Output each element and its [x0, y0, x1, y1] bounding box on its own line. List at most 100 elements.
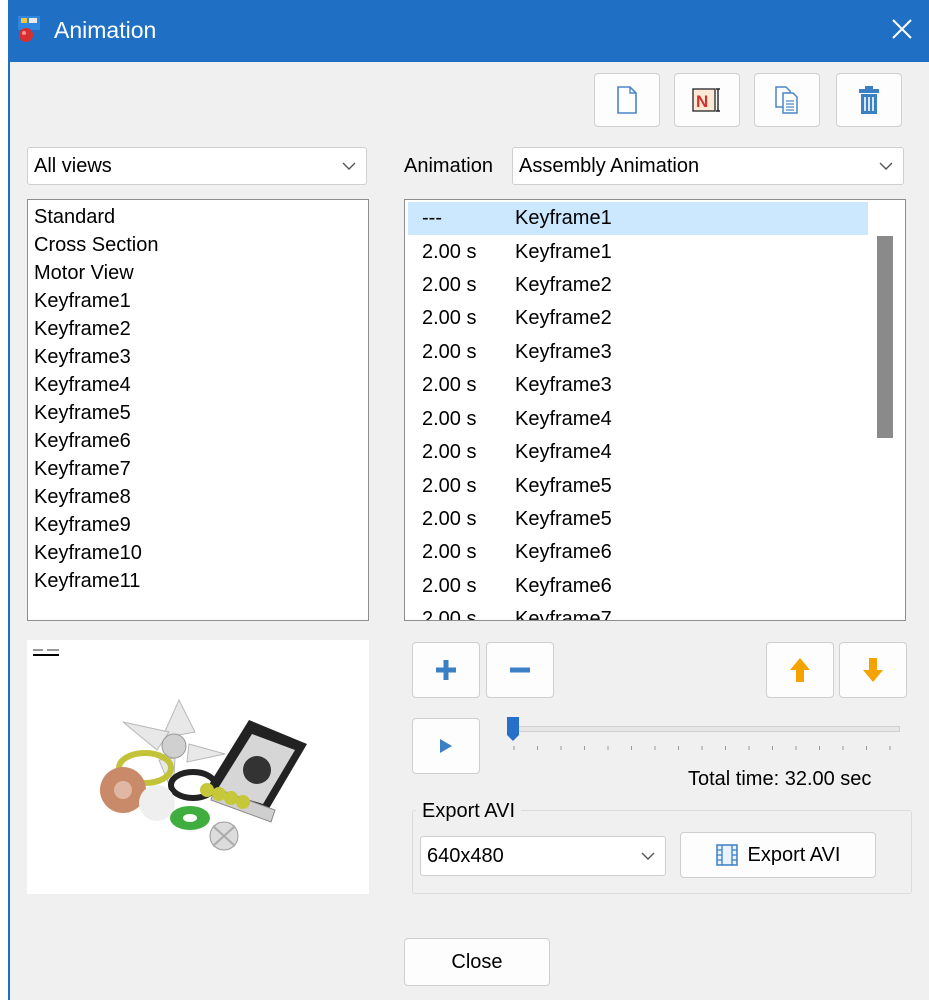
arrow-up-icon	[790, 658, 810, 682]
views-filter-select[interactable]: All views	[27, 147, 367, 185]
list-item[interactable]: Keyframe7	[34, 455, 131, 483]
keyframe-name: Keyframe6	[515, 541, 612, 563]
window-title: Animation	[54, 17, 157, 43]
keyframe-row[interactable]: 2.00 s Keyframe3	[408, 336, 868, 369]
delete-animation-button[interactable]	[836, 73, 902, 127]
keyframe-time: 2.00 s	[422, 374, 477, 396]
keyframe-name: Keyframe1	[515, 207, 612, 229]
keyframe-name: Keyframe1	[515, 241, 612, 263]
list-item[interactable]: Keyframe5	[34, 399, 131, 427]
animation-label: Animation	[404, 155, 493, 177]
export-avi-button-label: Export AVI	[747, 843, 841, 866]
keyframe-name: Keyframe4	[515, 408, 612, 430]
keyframe-name: Keyframe3	[515, 374, 612, 396]
list-item[interactable]: Keyframe1	[34, 287, 131, 315]
keyframe-row[interactable]: 2.00 s Keyframe7	[408, 603, 868, 621]
keyframe-time: 2.00 s	[422, 307, 477, 329]
export-resolution-select[interactable]: 640x480	[420, 836, 666, 876]
views-list[interactable]: Standard Cross Section Motor View Keyfra…	[27, 199, 369, 621]
keyframe-row[interactable]: 2.00 s Keyframe4	[408, 403, 868, 436]
list-item[interactable]: Cross Section	[34, 231, 159, 259]
chevron-down-icon	[641, 852, 655, 860]
keyframe-row[interactable]: 2.00 s Keyframe5	[408, 503, 868, 536]
keyframe-row[interactable]: 2.00 s Keyframe2	[408, 302, 868, 335]
keyframe-name: Keyframe5	[515, 475, 612, 497]
timeline-ticks	[513, 746, 891, 750]
keyframe-row[interactable]: 2.00 s Keyframe4	[408, 436, 868, 469]
keyframe-name: Keyframe2	[515, 307, 612, 329]
keyframe-row[interactable]: --- Keyframe1	[408, 202, 868, 235]
close-icon[interactable]	[885, 12, 919, 46]
export-avi-button[interactable]: Export AVI	[680, 832, 876, 878]
svg-text:N: N	[696, 92, 708, 111]
keyframe-row[interactable]: 2.00 s Keyframe2	[408, 269, 868, 302]
keyframe-name: Keyframe5	[515, 508, 612, 530]
keyframe-row[interactable]: 2.00 s Keyframe6	[408, 536, 868, 569]
play-icon	[440, 739, 452, 753]
arrow-down-icon	[863, 658, 883, 682]
keyframe-time: 2.00 s	[422, 441, 477, 463]
list-item[interactable]: Motor View	[34, 259, 134, 287]
keyframe-row[interactable]: 2.00 s Keyframe6	[408, 570, 868, 603]
animation-dialog: Animation N All views Animation Assembly…	[8, 0, 929, 1000]
keyframe-name: Keyframe4	[515, 441, 612, 463]
keyframe-time: 2.00 s	[422, 408, 477, 430]
list-item[interactable]: Keyframe6	[34, 427, 131, 455]
minus-icon	[510, 667, 530, 673]
timeline-slider-thumb[interactable]	[506, 716, 520, 742]
keyframe-name: Keyframe2	[515, 274, 612, 296]
new-document-icon	[617, 86, 637, 114]
new-animation-button[interactable]	[594, 73, 660, 127]
list-item[interactable]: Keyframe3	[34, 343, 131, 371]
app-icon	[18, 16, 40, 42]
total-time-label: Total time: 32.00 sec	[688, 768, 872, 790]
rename-animation-button[interactable]: N	[674, 73, 740, 127]
export-resolution-value: 640x480	[427, 845, 504, 867]
list-item[interactable]: Keyframe9	[34, 511, 131, 539]
keyframe-time: ---	[422, 207, 442, 229]
chevron-down-icon	[879, 162, 893, 170]
copy-icon	[775, 86, 798, 114]
list-item[interactable]: Keyframe2	[34, 315, 131, 343]
add-keyframe-button[interactable]	[412, 642, 480, 698]
plus-icon	[436, 660, 456, 680]
title-bar: Animation	[10, 0, 929, 62]
scrollbar-thumb[interactable]	[877, 236, 893, 438]
close-button[interactable]: Close	[404, 938, 550, 986]
keyframe-name: Keyframe7	[515, 608, 612, 621]
keyframe-time: 2.00 s	[422, 241, 477, 263]
keyframe-time: 2.00 s	[422, 475, 477, 497]
copy-animation-button[interactable]	[754, 73, 820, 127]
list-item[interactable]: Keyframe11	[34, 567, 140, 595]
timeline-slider-track[interactable]	[508, 726, 900, 732]
keyframe-row[interactable]: 2.00 s Keyframe3	[408, 369, 868, 402]
rename-icon: N	[692, 88, 720, 112]
keyframe-time: 2.00 s	[422, 575, 477, 597]
list-item[interactable]: Keyframe4	[34, 371, 131, 399]
animation-select[interactable]: Assembly Animation	[512, 147, 904, 185]
chevron-down-icon	[342, 162, 356, 170]
assembly-preview-image	[33, 646, 307, 851]
list-item[interactable]: Standard	[34, 203, 115, 231]
view-preview	[27, 640, 369, 894]
move-up-button[interactable]	[766, 642, 834, 698]
move-down-button[interactable]	[839, 642, 907, 698]
list-item[interactable]: Keyframe10	[34, 539, 142, 567]
keyframe-time: 2.00 s	[422, 341, 477, 363]
keyframe-row[interactable]: 2.00 s Keyframe5	[408, 470, 868, 503]
play-button[interactable]	[412, 718, 480, 774]
keyframe-row[interactable]: 2.00 s Keyframe1	[408, 236, 868, 269]
close-button-label: Close	[451, 950, 503, 973]
export-avi-group-label: Export AVI	[416, 800, 522, 823]
views-filter-value: All views	[34, 155, 112, 177]
keyframe-time: 2.00 s	[422, 541, 477, 563]
keyframe-list[interactable]: --- Keyframe1 2.00 s Keyframe1 2.00 s Keyfr…	[404, 199, 906, 621]
keyframe-time: 2.00 s	[422, 274, 477, 296]
list-item[interactable]: Keyframe8	[34, 483, 131, 511]
keyframe-name: Keyframe6	[515, 575, 612, 597]
trash-icon	[859, 86, 879, 114]
remove-keyframe-button[interactable]	[486, 642, 554, 698]
keyframe-name: Keyframe3	[515, 341, 612, 363]
keyframe-time: 2.00 s	[422, 608, 477, 621]
animation-select-value: Assembly Animation	[519, 155, 700, 177]
